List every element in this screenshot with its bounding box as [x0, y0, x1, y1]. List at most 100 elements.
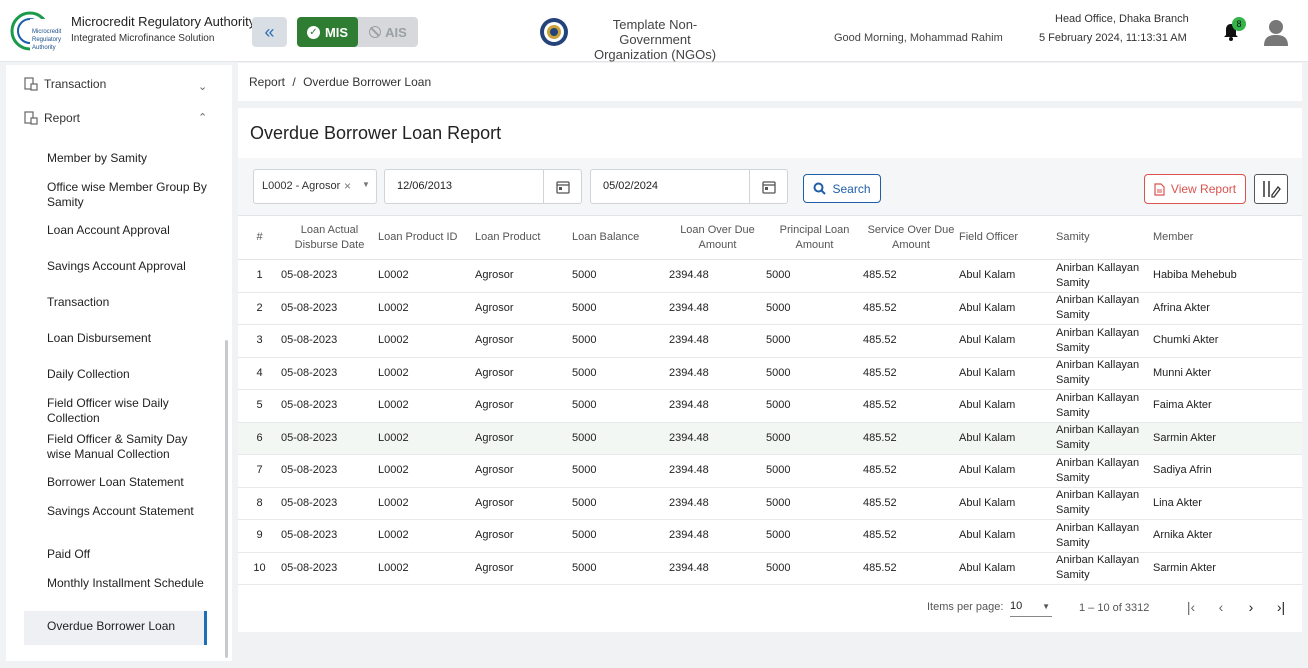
column-header[interactable]: Loan Product ID — [378, 216, 475, 260]
sidebar-item-field-officer-daily-collection[interactable]: Field Officer wise Daily Collection — [47, 396, 207, 426]
table-row[interactable]: 8 05-08-2023 L0002 Agrosor 5000 2394.48 5000 48… — [238, 487, 1302, 520]
sidebar-item-overdue-borrower-loan[interactable]: Overdue Borrower Loan — [47, 619, 207, 634]
table-cell: 05-08-2023 — [281, 301, 338, 314]
mis-button[interactable]: ✓ MIS — [297, 17, 358, 47]
sidebar-item-loan-account-approval[interactable]: Loan Account Approval — [47, 223, 207, 238]
table-row[interactable]: 7 05-08-2023 L0002 Agrosor 5000 2394.48 5000 48… — [238, 455, 1302, 487]
table-cell: Faima Akter — [1153, 399, 1212, 412]
column-settings-button[interactable] — [1254, 174, 1288, 204]
page-size-select[interactable]: 10 ▼ — [1010, 595, 1052, 617]
table-row[interactable]: 4 05-08-2023 L0002 Agrosor 5000 2394.48 5000 48… — [238, 357, 1302, 390]
column-header[interactable]: Service Over Due Amount — [863, 216, 959, 260]
table-cell: 05-08-2023 — [281, 334, 338, 347]
ais-label: AIS — [385, 24, 407, 40]
table-cell: Anirban Kallayan Samity — [1056, 521, 1140, 549]
mra-logo: Microcredit Regulatory Authority — [10, 11, 64, 51]
table-cell: Anirban Kallayan Samity — [1056, 456, 1140, 484]
from-date-field[interactable]: 12/06/2013 — [384, 169, 582, 204]
column-header[interactable]: Samity — [1056, 216, 1153, 260]
table-row[interactable]: 1 05-08-2023 L0002 Agrosor 5000 2394.48 5000 48… — [238, 260, 1302, 292]
clear-icon[interactable]: × — [344, 179, 351, 193]
sidebar-scrollbar[interactable] — [225, 340, 228, 658]
table-cell: 5000 — [572, 399, 597, 412]
search-button[interactable]: Search — [803, 174, 881, 203]
sidebar-item-field-officer-samity-day-collection[interactable]: Field Officer & Samity Day wise Manual C… — [47, 432, 207, 462]
table-cell: 5000 — [572, 334, 597, 347]
breadcrumb-report-link[interactable]: Report — [249, 75, 285, 89]
calendar-icon[interactable] — [749, 170, 787, 203]
next-page-icon[interactable]: › — [1241, 597, 1261, 617]
table-cell: Abul Kalam — [959, 269, 1016, 282]
sidebar-group-report[interactable]: Report — [24, 111, 80, 125]
table-cell: 5000 — [766, 334, 791, 347]
double-chevron-left-icon: « — [264, 21, 275, 42]
sidebar-item-borrower-loan-statement[interactable]: Borrower Loan Statement — [47, 475, 207, 490]
table-row[interactable]: 6 05-08-2023 L0002 Agrosor 5000 2394.48 5000 48… — [238, 422, 1302, 455]
table-cell: 5000 — [572, 366, 597, 379]
sidebar-item-loan-disbursement[interactable]: Loan Disbursement — [47, 331, 207, 346]
svg-text:Microcredit: Microcredit — [32, 29, 62, 35]
check-icon: ✓ — [306, 25, 320, 39]
column-header[interactable]: Field Officer — [959, 216, 1056, 260]
overdue-loan-table: # Loan Actual Disburse Date Loan Product… — [238, 215, 1302, 585]
table-cell: 05-08-2023 — [281, 269, 338, 282]
sidebar-item-office-wise-member-group[interactable]: Office wise Member Group By Samity — [47, 180, 207, 210]
table-cell: 5000 — [572, 561, 597, 574]
table-cell: Abul Kalam — [959, 399, 1016, 412]
ngo-name: Template Non-Government Organization (NG… — [580, 17, 730, 62]
column-header[interactable]: # — [238, 216, 281, 260]
table-cell: 8 — [256, 496, 263, 509]
table-cell: Sarmin Akter — [1153, 561, 1216, 574]
table-cell: 485.52 — [863, 334, 897, 347]
sidebar-item-savings-account-statement[interactable]: Savings Account Statement — [47, 504, 207, 519]
calendar-icon[interactable] — [543, 170, 581, 203]
view-report-button[interactable]: View Report — [1144, 174, 1246, 204]
sidebar-item-monthly-installment-schedule[interactable]: Monthly Installment Schedule — [47, 576, 207, 591]
table-cell: 485.52 — [863, 301, 897, 314]
table-cell: Anirban Kallayan Samity — [1056, 391, 1140, 419]
last-page-icon[interactable]: ›| — [1271, 597, 1291, 617]
ais-button[interactable]: AIS — [358, 17, 418, 47]
column-header[interactable]: Principal Loan Amount — [766, 216, 863, 260]
table-row[interactable]: 10 05-08-2023 L0002 Agrosor 5000 2394.48 5000 4… — [238, 552, 1302, 585]
sidebar-group-transaction[interactable]: Transaction — [24, 77, 106, 91]
prev-page-icon[interactable]: ‹ — [1211, 597, 1231, 617]
table-cell: Agrosor — [475, 464, 514, 477]
first-page-icon[interactable]: |‹ — [1181, 597, 1201, 617]
sidebar-item-member-by-samity[interactable]: Member by Samity — [47, 151, 207, 166]
column-header[interactable]: Member — [1153, 216, 1302, 260]
table-row[interactable]: 3 05-08-2023 L0002 Agrosor 5000 2394.48 5000 48… — [238, 325, 1302, 357]
table-cell: 5000 — [572, 496, 597, 509]
table-cell: 485.52 — [863, 496, 897, 509]
table-cell: Agrosor — [475, 301, 514, 314]
collapse-sidebar-button[interactable]: « — [252, 17, 287, 47]
to-date-field[interactable]: 05/02/2024 — [590, 169, 788, 204]
table-row[interactable]: 2 05-08-2023 L0002 Agrosor 5000 2394.48 5000 48… — [238, 292, 1302, 325]
column-header[interactable]: Loan Over Due Amount — [669, 216, 766, 260]
loan-product-select[interactable]: L0002 - Agrosor × ▼ — [253, 169, 377, 204]
column-header[interactable]: Loan Actual Disburse Date — [281, 216, 378, 260]
sidebar-item-daily-collection[interactable]: Daily Collection — [47, 367, 207, 382]
table-cell: Agrosor — [475, 496, 514, 509]
table-cell: Sarmin Akter — [1153, 431, 1216, 444]
sidebar-item-transaction[interactable]: Transaction — [47, 295, 207, 310]
table-cell: Munni Akter — [1153, 366, 1212, 379]
user-avatar-icon[interactable] — [1263, 18, 1289, 46]
table-row[interactable]: 5 05-08-2023 L0002 Agrosor 5000 2394.48 5000 48… — [238, 390, 1302, 422]
sidebar-item-paid-off[interactable]: Paid Off — [47, 547, 207, 562]
column-header[interactable]: Loan Product — [475, 216, 572, 260]
dropdown-arrow-icon: ▼ — [1042, 602, 1050, 611]
column-header[interactable]: Loan Balance — [572, 216, 669, 260]
chevron-down-icon[interactable]: ⌄ — [198, 80, 207, 93]
dropdown-arrow-icon[interactable]: ▼ — [362, 180, 370, 189]
table-cell: Anirban Kallayan Samity — [1056, 326, 1140, 354]
breadcrumb-current: Overdue Borrower Loan — [303, 75, 432, 89]
current-datetime: 5 February 2024, 11:13:31 AM — [1039, 32, 1187, 44]
chevron-up-icon[interactable]: ⌃ — [198, 111, 207, 124]
table-cell: L0002 — [378, 301, 409, 314]
sidebar-item-savings-account-approval[interactable]: Savings Account Approval — [47, 259, 207, 274]
government-seal-icon — [540, 18, 568, 46]
table-cell: 5000 — [766, 561, 791, 574]
paginator: Items per page: 10 ▼ 1 – 10 of 3312 |‹ ‹… — [238, 595, 1302, 625]
table-row[interactable]: 9 05-08-2023 L0002 Agrosor 5000 2394.48 5000 48… — [238, 520, 1302, 552]
